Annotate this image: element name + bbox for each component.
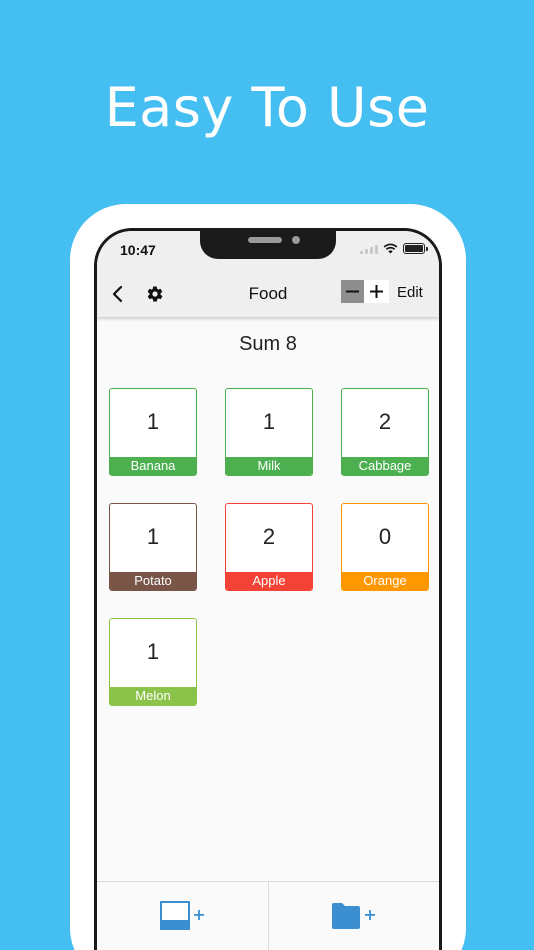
promo-headline: Easy To Use [104, 76, 430, 139]
tile-label: Milk [226, 457, 312, 475]
tile-label: Melon [110, 687, 196, 705]
tile-count: 1 [262, 409, 276, 434]
phone-notch [200, 231, 336, 259]
cellular-signal-icon [360, 244, 378, 254]
counter-tile-orange[interactable]: 0 Orange [341, 503, 429, 591]
decrement-button[interactable] [341, 280, 364, 303]
add-item-icon [159, 901, 204, 930]
edit-button[interactable]: Edit [397, 284, 423, 301]
back-button[interactable] [105, 281, 131, 307]
tile-label: Potato [110, 572, 196, 590]
status-icons [360, 243, 428, 254]
tile-count: 0 [378, 524, 392, 549]
tile-label: Cabbage [342, 457, 428, 475]
tile-count: 1 [146, 524, 160, 549]
tile-count: 1 [146, 409, 160, 434]
counter-tile-melon[interactable]: 1 Melon [109, 618, 197, 706]
add-folder-icon [332, 903, 375, 929]
page-title: Food [248, 284, 288, 303]
counter-tile-banana[interactable]: 1 Banana [109, 388, 197, 476]
plus-icon [370, 285, 383, 298]
minus-icon [346, 290, 359, 293]
tile-label: Banana [110, 457, 196, 475]
add-item-button[interactable] [97, 882, 268, 950]
front-camera [292, 236, 300, 244]
tile-count: 2 [262, 524, 276, 549]
speaker-grille [248, 237, 282, 243]
counter-tile-milk[interactable]: 1 Milk [225, 388, 313, 476]
chevron-left-icon [112, 285, 123, 303]
status-time: 10:47 [120, 242, 156, 258]
tile-label: Orange [342, 572, 428, 590]
tile-label: Apple [226, 572, 312, 590]
wifi-icon [383, 243, 398, 254]
counter-tile-potato[interactable]: 1 Potato [109, 503, 197, 591]
gear-icon [147, 286, 163, 302]
settings-button[interactable] [143, 281, 167, 307]
increment-button[interactable] [364, 280, 389, 303]
counter-tile-cabbage[interactable]: 2 Cabbage [341, 388, 429, 476]
tile-count: 1 [146, 639, 160, 664]
sum-label: Sum 8 [239, 333, 297, 355]
battery-icon [403, 243, 428, 254]
tile-count: 2 [378, 409, 392, 434]
navigation-bar: Food Edit [97, 271, 439, 317]
app-screen: 10:47 Food Edit Sum 8 1 Banana 1 Milk 2 … [97, 231, 439, 950]
bottom-toolbar [97, 881, 439, 950]
counter-tile-apple[interactable]: 2 Apple [225, 503, 313, 591]
add-folder-button[interactable] [268, 882, 439, 950]
